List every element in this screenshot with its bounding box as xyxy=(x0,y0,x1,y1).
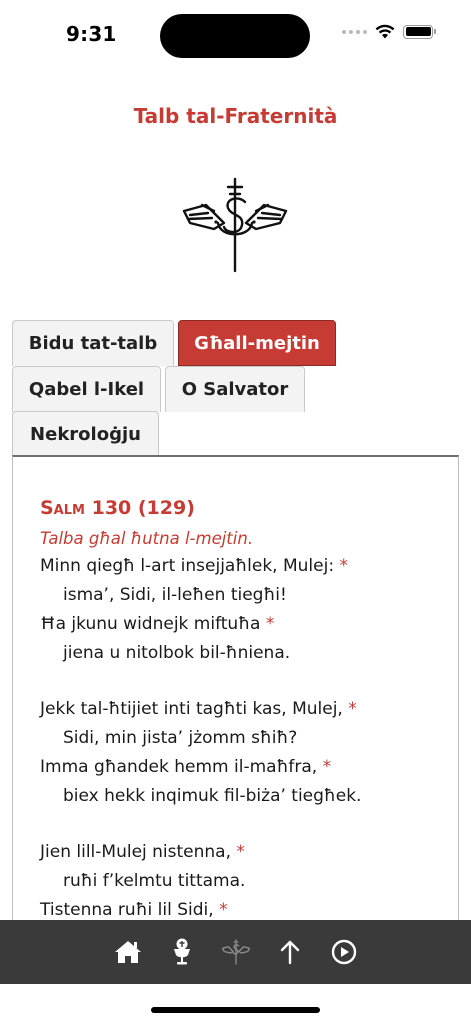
verse-line: jiena u nitolbok bil-ħniena. xyxy=(63,643,291,663)
tab-o-salvator[interactable]: O Salvator xyxy=(165,366,305,412)
battery-icon xyxy=(403,24,436,39)
play-circle-icon xyxy=(331,939,356,965)
tab-bidu-tat-talb[interactable]: Bidu tat-talb xyxy=(12,320,174,366)
emblem-icon xyxy=(221,939,250,965)
home-button[interactable] xyxy=(113,937,143,967)
tab-qabel-l-ikel[interactable]: Qabel l-Ikel xyxy=(12,366,161,412)
verse-line: Jien lill-Mulej nistenna, * xyxy=(40,842,245,862)
status-icons xyxy=(342,24,436,39)
signal-dots-icon xyxy=(342,29,367,34)
communion-button[interactable] xyxy=(167,937,197,967)
franciscan-emblem-icon xyxy=(182,177,288,273)
bottom-toolbar xyxy=(0,920,471,984)
arrow-up-icon xyxy=(280,940,299,965)
psalm-number: 130 (129) xyxy=(91,497,195,519)
verse-line: ruħi f’kelmtu tittama. xyxy=(63,871,246,891)
verse-line: Ħa jkunu widnejk miftuħa * xyxy=(40,614,275,634)
verse-line: isma’, Sidi, il-leħen tiegħi! xyxy=(63,585,287,605)
status-bar: 9:31 xyxy=(0,0,471,70)
tab-nekrologju[interactable]: Nekroloġju xyxy=(12,411,159,457)
emblem-button[interactable] xyxy=(221,937,251,967)
status-time: 9:31 xyxy=(66,22,117,46)
page-title: Talb tal-Fraternità xyxy=(133,104,338,128)
scroll-top-button[interactable] xyxy=(275,937,305,967)
verse-line: Jekk tal-ħtijiet inti tagħti kas, Mulej,… xyxy=(40,699,357,719)
chalice-icon xyxy=(173,938,190,965)
prayer-content-panel[interactable]: Salm 130 (129) Talba għal ħutna l-mejtin… xyxy=(12,455,459,925)
verse-line: Minn qiegħ l-art insejjaħlek, Mulej: * xyxy=(40,556,348,576)
dynamic-island xyxy=(160,14,310,58)
home-indicator xyxy=(151,1007,320,1013)
psalm-antiphon: Talba għal ħutna l-mejtin. xyxy=(40,529,254,548)
home-icon xyxy=(114,941,141,963)
psalm-word: Salm xyxy=(40,497,85,519)
tab-ghall-mejtin[interactable]: Għall-mejtin xyxy=(178,320,336,366)
wifi-icon xyxy=(375,24,395,39)
psalm-title: Salm 130 (129) xyxy=(40,497,458,519)
verse-line: biex hekk inqimuk fil-biża’ tiegħek. xyxy=(63,786,362,806)
play-button[interactable] xyxy=(329,937,359,967)
verse-line: Sidi, min jista’ jżomm sħiħ? xyxy=(63,728,298,748)
verse-line: Imma għandek hemm il-maħfra, * xyxy=(40,757,332,777)
